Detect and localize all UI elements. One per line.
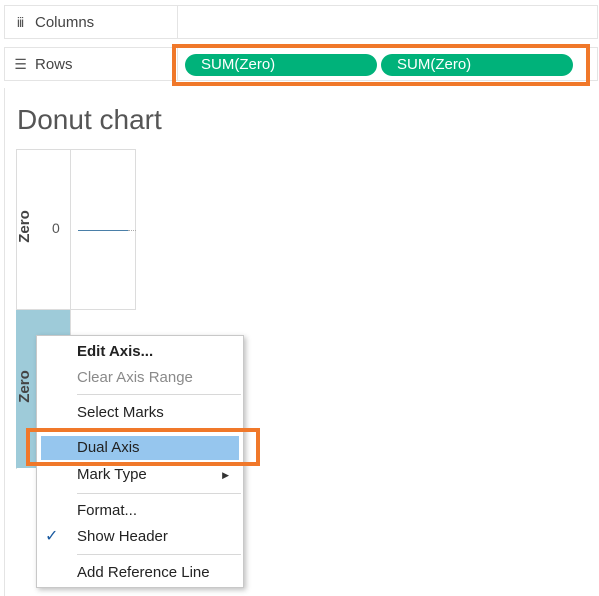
rows-shelf-label: ☰ Rows	[5, 48, 178, 80]
columns-shelf-label: iii Columns	[5, 6, 178, 38]
menu-item-add-reference-line[interactable]: Add Reference Line	[37, 561, 243, 585]
menu-item-label: Edit Axis...	[77, 343, 154, 360]
menu-item-label: Mark Type	[77, 466, 147, 483]
bottom-axis-label: Zero	[15, 370, 33, 403]
columns-shelf[interactable]: iii Columns	[4, 5, 598, 39]
view-title: Donut chart	[17, 104, 162, 135]
menu-item-mark-type[interactable]: Mark Type ▶	[37, 463, 243, 487]
columns-drop-area[interactable]	[179, 6, 597, 38]
rows-icon: ☰	[14, 55, 27, 72]
dual-axis-highlight-box	[26, 428, 260, 466]
mark-line-extension	[128, 230, 136, 232]
submenu-arrow-icon: ▶	[222, 470, 229, 480]
menu-item-label: Add Reference Line	[77, 564, 210, 581]
zero-mark-line	[78, 230, 128, 231]
menu-item-label: Show Header	[77, 528, 168, 545]
menu-item-edit-axis[interactable]: Edit Axis...	[37, 340, 243, 364]
axis-tick-label: 0	[52, 220, 60, 236]
menu-separator	[77, 394, 241, 395]
menu-item-clear-axis-range: Clear Axis Range	[37, 366, 243, 390]
menu-item-label: Clear Axis Range	[77, 369, 193, 386]
menu-item-show-header[interactable]: ✓ Show Header	[37, 525, 243, 549]
grid-line	[16, 149, 136, 150]
checkmark-icon: ✓	[45, 528, 59, 545]
menu-separator	[77, 493, 241, 494]
menu-item-select-marks[interactable]: Select Marks	[37, 401, 243, 425]
menu-separator	[77, 554, 241, 555]
menu-item-label: Select Marks	[77, 404, 164, 421]
columns-icon: iii	[16, 14, 24, 30]
grid-line	[135, 149, 136, 309]
rows-label: Rows	[35, 55, 73, 73]
columns-label: Columns	[35, 13, 95, 31]
menu-item-format[interactable]: Format...	[37, 499, 243, 523]
menu-item-label: Format...	[77, 502, 138, 519]
top-axis-header[interactable]: Zero	[16, 210, 33, 243]
pills-highlight-box	[172, 44, 590, 86]
